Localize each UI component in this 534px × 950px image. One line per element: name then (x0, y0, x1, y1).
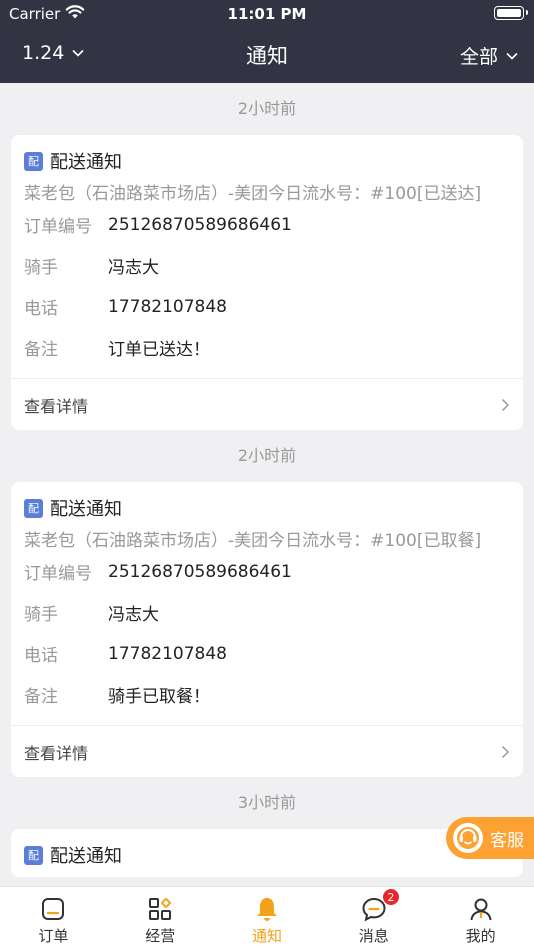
row-label: 备注 (24, 340, 58, 360)
view-details-label: 查看详情 (24, 396, 89, 416)
tab-label: 消息 (358, 927, 389, 945)
delivery-badge-icon: 配 (24, 498, 43, 518)
row-label: 电话 (24, 646, 58, 666)
chevron-right-icon (501, 745, 510, 758)
notification-title: 配送通知 (50, 846, 122, 867)
row-value: 17782107848 (108, 296, 227, 317)
user-icon (470, 898, 492, 921)
tab-business[interactable]: 经营 (107, 887, 214, 950)
bell-icon (256, 898, 277, 921)
tab-label: 经营 (145, 927, 176, 945)
unread-count-badge: 2 (381, 888, 400, 906)
version-label: 1.24 (22, 42, 65, 64)
view-details-link[interactable]: 查看详情 (11, 378, 523, 430)
tab-bar: 订单 经营 通知 2 消息 我的 (0, 886, 534, 950)
view-details-link[interactable]: 查看详情 (11, 725, 523, 777)
order-number-row: 订单编号 25126870589686461 (24, 204, 510, 245)
row-label: 订单编号 (24, 564, 92, 584)
status-bar: Carrier 11:01 PM (0, 0, 534, 28)
time-separator: 2小时前 (237, 446, 297, 465)
chevron-down-icon (506, 52, 518, 60)
filter-dropdown[interactable]: 全部 (460, 42, 518, 69)
delivery-badge-icon: 配 (24, 151, 43, 171)
filter-label: 全部 (459, 46, 498, 68)
chevron-down-icon (72, 49, 84, 57)
tab-label: 订单 (38, 927, 69, 945)
customer-service-label: 客服 (490, 830, 524, 851)
view-details-label: 查看详情 (24, 743, 89, 763)
notification-subtitle: 菜老包（石油路菜市场店）-美团今日流水号：#100[已取餐] (24, 531, 482, 551)
row-value: 25126870589686461 (108, 214, 292, 235)
rider-row: 骑手 冯志大 (24, 245, 510, 286)
delivery-badge-icon: 配 (24, 845, 43, 865)
tab-messages[interactable]: 2 消息 (320, 887, 427, 950)
phone-row: 电话 17782107848 (24, 633, 510, 674)
row-label: 电话 (24, 299, 58, 319)
order-number-row: 订单编号 25126870589686461 (24, 551, 510, 592)
time-separator: 2小时前 (237, 99, 297, 118)
row-value: 订单已送达！ (108, 340, 210, 360)
grid-icon (149, 898, 172, 920)
notification-card: 配 配送通知 菜老包（石油路菜市场店）-美团今日流水号：#100[已送达] 订单… (11, 135, 523, 430)
row-label: 骑手 (24, 605, 58, 625)
notification-card: 配 配送通知 菜老包（石油路菜市场店）-美团今日流水号：#100[已取餐] 订单… (11, 482, 523, 777)
rider-row: 骑手 冯志大 (24, 592, 510, 633)
headset-icon (453, 823, 483, 853)
notification-list[interactable]: 2小时前 配 配送通知 菜老包（石油路菜市场店）-美团今日流水号：#100[已送… (0, 83, 534, 886)
order-icon (42, 898, 65, 920)
tab-profile[interactable]: 我的 (427, 887, 534, 950)
row-label: 备注 (24, 687, 58, 707)
row-value: 骑手已取餐！ (108, 687, 210, 707)
row-value: 17782107848 (108, 643, 227, 664)
row-value: 冯志大 (108, 258, 159, 278)
tab-label: 我的 (465, 927, 496, 945)
row-label: 订单编号 (24, 217, 92, 237)
row-value: 25126870589686461 (108, 561, 292, 582)
tab-notifications[interactable]: 通知 (214, 887, 321, 950)
remark-row: 备注 订单已送达！ (24, 327, 510, 368)
tab-orders[interactable]: 订单 (0, 887, 107, 950)
nav-bar: 1.24 通知 全部 (0, 28, 534, 83)
row-label: 骑手 (24, 258, 58, 278)
chevron-right-icon (501, 398, 510, 411)
notification-subtitle: 菜老包（石油路菜市场店）-美团今日流水号：#100[已送达] (24, 184, 482, 204)
phone-row: 电话 17782107848 (24, 286, 510, 327)
battery-icon (494, 6, 528, 20)
version-selector[interactable]: 1.24 (22, 42, 84, 64)
remark-row: 备注 骑手已取餐！ (24, 674, 510, 715)
notification-title: 配送通知 (50, 152, 122, 173)
clock: 11:01 PM (227, 5, 307, 23)
row-value: 冯志大 (108, 605, 159, 625)
notification-title: 配送通知 (50, 499, 122, 520)
customer-service-button[interactable]: 客服 (446, 817, 534, 859)
tab-label: 通知 (251, 927, 282, 945)
